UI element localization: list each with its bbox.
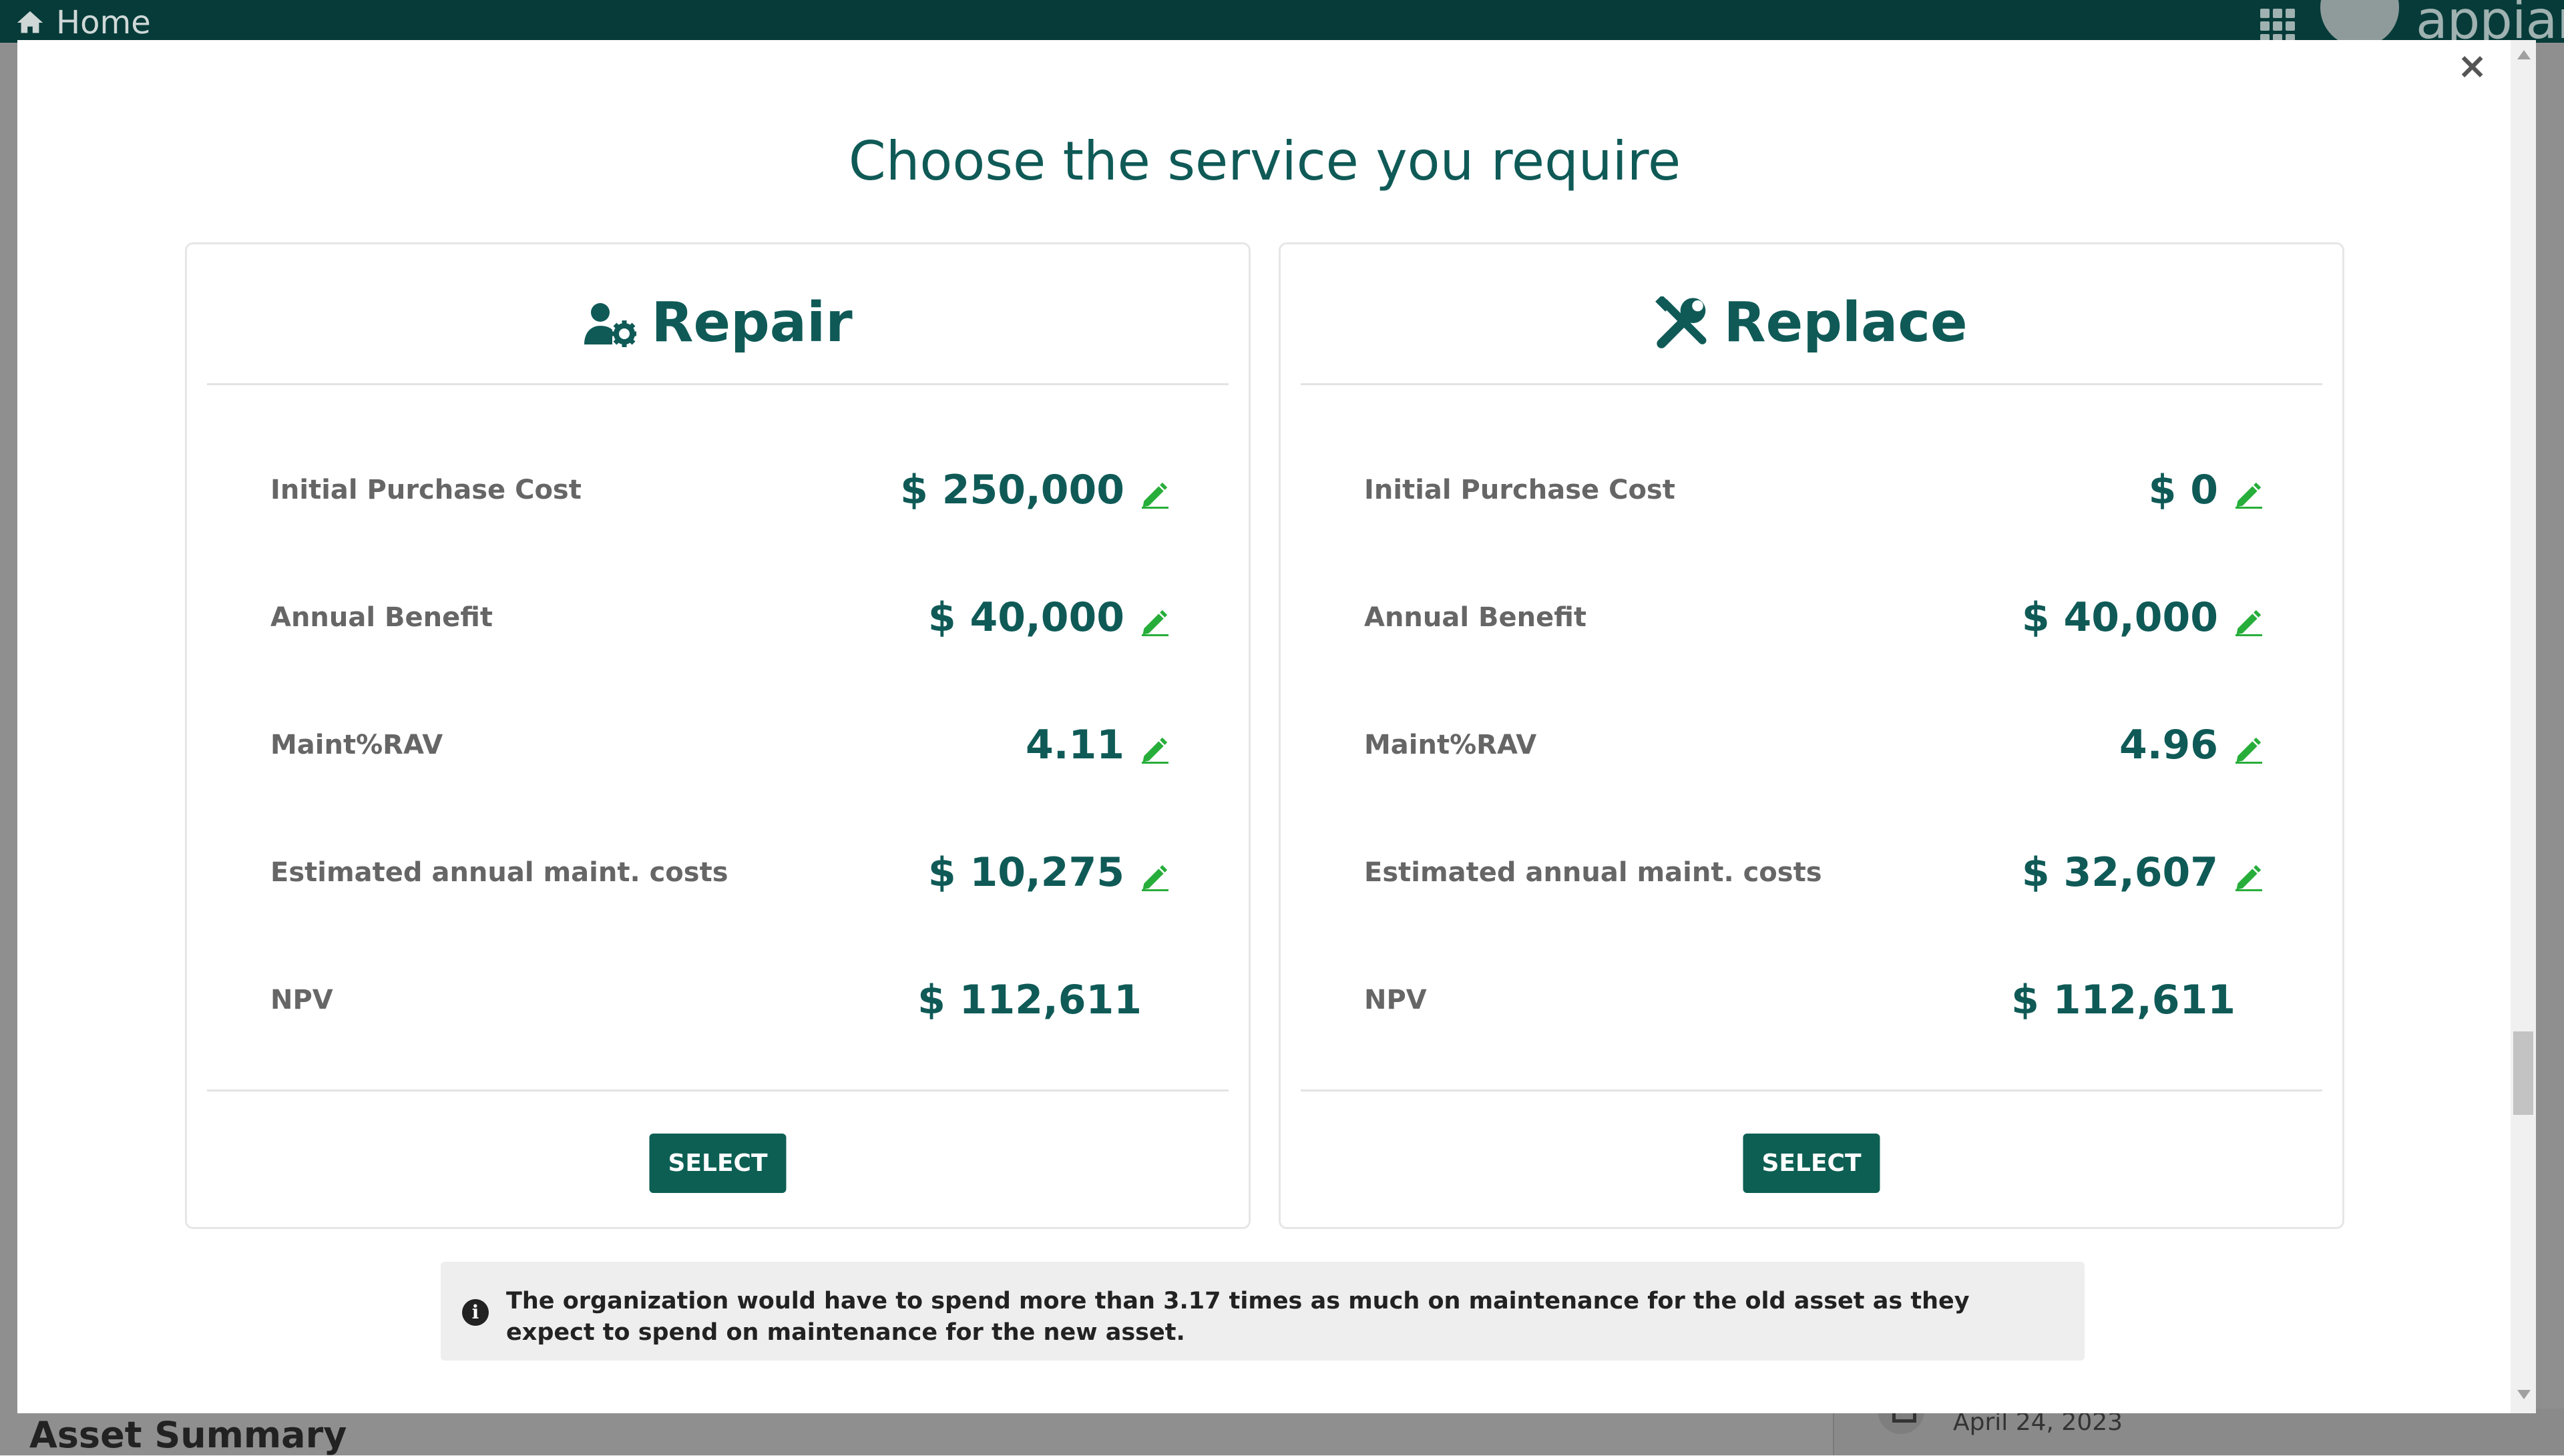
row-value: $ 10,275 [927,849,1124,896]
user-gear-icon [584,302,637,347]
pencil-icon[interactable] [2233,857,2262,891]
home-link[interactable]: Home [15,4,151,41]
app-grid-icon[interactable] [2260,9,2295,43]
top-nav-bar: Home appian [0,0,2564,51]
pencil-icon[interactable] [2233,601,2262,636]
row-label: Maint%RAV [270,730,443,760]
repair-row-maint-rav: Maint%RAV 4.11 [270,718,1168,772]
row-label: Initial Purchase Cost [1364,475,1675,505]
modal-scrollbar[interactable] [2511,40,2536,1413]
row-label: Annual Benefit [1364,602,1587,633]
repair-row-annual-benefit: Annual Benefit $ 40,000 [270,591,1168,644]
tools-icon [1655,296,1707,348]
row-label: Annual Benefit [270,602,493,633]
replace-select-button[interactable]: SELECT [1743,1134,1880,1193]
row-value: 4.11 [1025,722,1124,768]
row-value: $ 40,000 [2021,594,2218,641]
info-icon: i [462,1299,489,1326]
row-value: $ 32,607 [2021,849,2218,896]
replace-row-annual-benefit: Annual Benefit $ 40,000 [1364,591,2262,644]
repair-title: Repair [651,291,853,354]
row-label: Initial Purchase Cost [270,475,582,505]
row-label: Estimated annual maint. costs [1364,857,1822,888]
repair-row-npv: NPV $ 112,611 [270,973,1168,1027]
replace-row-npv: NPV $ 112,611 [1364,973,2262,1027]
row-label: NPV [1364,985,1427,1015]
pencil-icon[interactable] [1139,729,1168,764]
row-value: $ 40,000 [927,594,1124,641]
repair-select-button[interactable]: SELECT [649,1134,787,1193]
pencil-icon[interactable] [2233,729,2262,764]
pencil-icon[interactable] [1139,601,1168,636]
info-message: i The organization would have to spend m… [441,1262,2085,1361]
repair-row-initial-cost: Initial Purchase Cost $ 250,000 [270,463,1168,517]
home-icon [17,11,43,33]
replace-heading: Replace [1281,291,2342,354]
replace-row-maint-costs: Estimated annual maint. costs $ 32,607 [1364,846,2262,899]
background-side-panel [1833,1409,2564,1455]
row-value: 4.96 [2119,722,2218,768]
replace-card: Replace Initial Purchase Cost $ 0 Annual… [1279,242,2344,1229]
repair-card: Repair Initial Purchase Cost $ 250,000 A… [185,242,1251,1229]
repair-heading: Repair [187,291,1249,354]
pencil-icon[interactable] [1139,857,1168,891]
divider [207,1089,1229,1091]
replace-title: Replace [1723,291,1968,354]
home-label: Home [56,4,151,41]
divider [207,383,1229,385]
row-label: NPV [270,985,333,1015]
row-label: Maint%RAV [1364,730,1537,760]
modal-title: Choose the service you require [848,130,1681,192]
replace-row-initial-cost: Initial Purchase Cost $ 0 [1364,463,2262,517]
replace-row-maint-rav: Maint%RAV 4.96 [1364,718,2262,772]
pencil-icon[interactable] [2233,474,2262,509]
background-section-title: Asset Summary [29,1414,347,1456]
row-label: Estimated annual maint. costs [270,857,728,888]
pencil-icon[interactable] [1139,474,1168,509]
row-value: $ 112,611 [2011,977,2235,1023]
divider [1301,1089,2322,1091]
row-value: $ 112,611 [917,977,1142,1023]
close-icon[interactable]: × [2457,48,2487,84]
repair-row-maint-costs: Estimated annual maint. costs $ 10,275 [270,846,1168,899]
row-value: $ 250,000 [900,467,1124,513]
info-text: The organization would have to spend mor… [506,1288,1970,1347]
divider [1301,383,2322,385]
scrollbar-thumb[interactable] [2513,1031,2533,1115]
scroll-down-icon[interactable] [2517,1390,2531,1399]
row-value: $ 0 [2148,467,2218,513]
scroll-up-icon[interactable] [2517,50,2531,59]
